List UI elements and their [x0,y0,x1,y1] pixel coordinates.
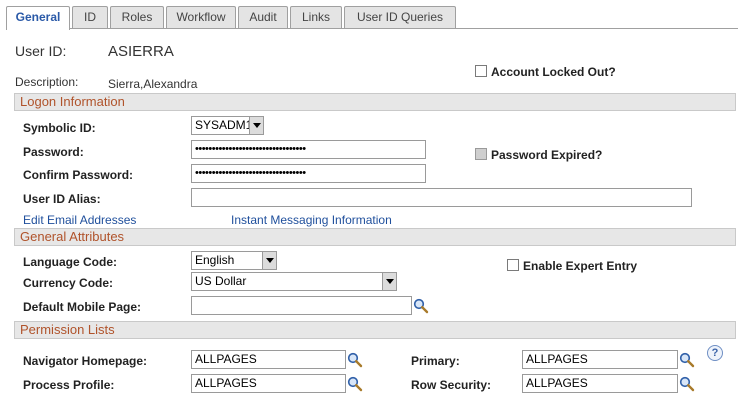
tab-roles[interactable]: Roles [110,6,164,29]
navigator-homepage-input[interactable]: ALLPAGES [191,350,346,369]
enable-expert-entry-checkbox[interactable] [507,259,519,271]
primary-input[interactable]: ALLPAGES [522,350,678,369]
edit-email-addresses-link[interactable]: Edit Email Addresses [23,213,136,227]
chevron-down-icon [249,117,263,134]
user-id-value: ASIERRA [108,43,174,60]
symbolic-id-value: SYSADM1 [195,118,253,132]
confirm-password-field[interactable]: ••••••••••••••••••••••••••••••••• [191,164,426,183]
language-code-label: Language Code: [23,255,118,269]
account-locked-checkbox[interactable] [475,65,487,77]
password-expired-checkbox[interactable] [475,148,487,160]
symbolic-id-select[interactable]: SYSADM1 [191,116,264,135]
confirm-password-label: Confirm Password: [23,168,134,182]
user-id-alias-label: User ID Alias: [23,192,101,206]
currency-code-label: Currency Code: [23,276,114,290]
language-code-select[interactable]: English [191,251,277,270]
default-mobile-page-label: Default Mobile Page: [23,300,142,314]
description-label: Description: [15,75,79,89]
process-profile-input[interactable]: ALLPAGES [191,374,346,393]
user-id-label: User ID: [15,43,67,59]
password-expired-label: Password Expired? [491,148,603,162]
tab-audit[interactable]: Audit [238,6,288,29]
tab-id[interactable]: ID [72,6,108,29]
password-label: Password: [23,145,84,159]
tab-divider [6,28,738,29]
password-field[interactable]: ••••••••••••••••••••••••••••••••• [191,140,426,159]
enable-expert-entry-label: Enable Expert Entry [523,259,638,273]
section-permission-lists: Permission Lists [14,321,736,339]
language-code-value: English [195,253,235,267]
process-profile-label: Process Profile: [23,378,115,392]
currency-code-select[interactable]: US Dollar [191,272,397,291]
navigator-homepage-label: Navigator Homepage: [23,354,148,368]
row-security-input[interactable]: ALLPAGES [522,374,678,393]
lookup-icon[interactable] [679,352,695,368]
lookup-icon[interactable] [347,376,363,392]
help-icon[interactable]: ? [707,345,723,361]
lookup-icon[interactable] [347,352,363,368]
tab-user-id-queries[interactable]: User ID Queries [344,6,456,29]
symbolic-id-label: Symbolic ID: [23,121,96,135]
currency-code-value: US Dollar [195,274,247,288]
tab-general[interactable]: General [6,6,70,30]
lookup-icon[interactable] [679,376,695,392]
account-locked-label: Account Locked Out? [491,65,616,79]
description-value: Sierra,Alexandra [108,77,198,91]
section-general-attributes: General Attributes [14,228,736,246]
tab-workflow[interactable]: Workflow [166,6,236,29]
primary-label: Primary: [411,354,460,368]
section-logon-information: Logon Information [14,93,736,111]
tab-links[interactable]: Links [290,6,342,29]
lookup-icon[interactable] [413,298,429,314]
user-id-alias-input[interactable] [191,188,692,207]
chevron-down-icon [382,273,396,290]
row-security-label: Row Security: [411,378,492,392]
instant-messaging-link[interactable]: Instant Messaging Information [231,213,392,227]
default-mobile-page-input[interactable] [191,296,412,315]
chevron-down-icon [262,252,276,269]
